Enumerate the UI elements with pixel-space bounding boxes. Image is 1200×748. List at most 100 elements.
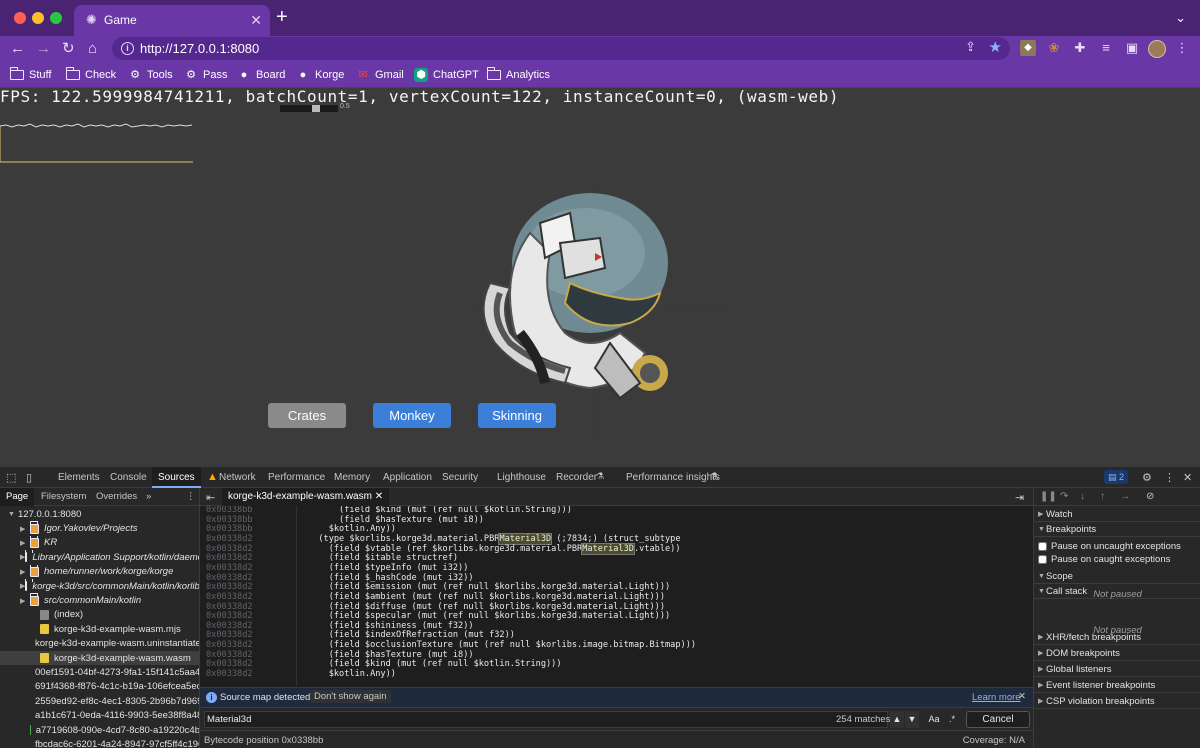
bookmark-star-icon[interactable]: ★ bbox=[989, 38, 1002, 56]
bookmark-check[interactable]: Check bbox=[65, 67, 116, 83]
tree-item[interactable]: (index) bbox=[0, 608, 199, 622]
open-file-tab[interactable]: korge-k3d-example-wasm.wasm ✕ bbox=[222, 488, 390, 506]
tree-item[interactable]: ▶ Igor.Yakovlev/Projects bbox=[0, 521, 199, 535]
tree-item[interactable]: 00ef1591-04bf-4273-9fa1-15f141c5aa4b bbox=[0, 665, 199, 679]
tab-filesystem[interactable]: Filesystem bbox=[41, 491, 86, 502]
site-info-icon[interactable]: i bbox=[121, 42, 134, 55]
cancel-search-button[interactable]: Cancel bbox=[966, 711, 1030, 728]
extensions-puzzle-icon[interactable]: ✚ bbox=[1072, 40, 1088, 56]
close-file-icon[interactable]: ✕ bbox=[375, 491, 383, 502]
tree-item[interactable]: ▶ KR bbox=[0, 535, 199, 550]
inspect-element-icon[interactable]: ⬚ bbox=[6, 471, 16, 484]
pause-uncaught-checkbox[interactable]: Pause on uncaught exceptions bbox=[1038, 540, 1181, 553]
new-tab-button[interactable]: + bbox=[276, 7, 288, 27]
step-into-icon[interactable]: ↓ bbox=[1080, 491, 1085, 502]
tab-search-chevron-icon[interactable]: ⌄ bbox=[1175, 10, 1186, 26]
section-breakpoints[interactable]: ▼ Breakpoints bbox=[1034, 522, 1200, 537]
line-address[interactable]: 0x00338d2 bbox=[206, 669, 253, 680]
tab-page[interactable]: Page bbox=[0, 488, 35, 506]
section-csp-violation-breakpoints[interactable]: ▶ CSP violation breakpoints bbox=[1034, 694, 1200, 709]
tree-item[interactable]: ▼ 127.0.0.1:8080 bbox=[0, 507, 199, 521]
tab-application[interactable]: Application bbox=[383, 467, 432, 488]
bookmark-stuff[interactable]: Stuff bbox=[9, 67, 51, 83]
tab-console[interactable]: Console bbox=[110, 467, 147, 488]
monkey-button[interactable]: Monkey bbox=[373, 403, 451, 428]
tree-item[interactable]: a1b1c671-0eda-4116-9903-5ee38f8a481 bbox=[0, 709, 199, 723]
collapsed-arrow-icon[interactable]: ▶ bbox=[20, 539, 30, 547]
bookmark-pass[interactable]: ⚙ Pass bbox=[184, 67, 227, 83]
crates-button[interactable]: Crates bbox=[268, 403, 346, 428]
browser-tab[interactable]: ✺ Game ✕ bbox=[74, 5, 270, 36]
more-tabs-icon[interactable]: » bbox=[146, 491, 151, 502]
tree-item[interactable]: ▶ src/commonMain/kotlin bbox=[0, 593, 199, 607]
learn-more-link[interactable]: Learn more bbox=[972, 692, 1021, 703]
bookmark-analytics[interactable]: Analytics bbox=[486, 67, 550, 83]
tab-memory[interactable]: Memory bbox=[334, 467, 370, 488]
tree-item[interactable]: korge-k3d-example-wasm.wasm bbox=[0, 651, 199, 666]
tab-lighthouse[interactable]: Lighthouse bbox=[497, 467, 546, 488]
section-scope[interactable]: ▼ Scope bbox=[1034, 569, 1200, 584]
checkbox[interactable] bbox=[1038, 542, 1047, 551]
game-canvas[interactable]: FPS: 122.5999984741211, batchCount=1, ve… bbox=[0, 88, 1200, 466]
bookmark-korge[interactable]: ● Korge bbox=[296, 67, 345, 83]
tree-item[interactable]: a7719608-090e-4cd7-8c80-a19220c4b bbox=[0, 723, 199, 737]
issues-badge[interactable]: ▤ 2 bbox=[1104, 470, 1129, 484]
tab-recorder[interactable]: Recorder bbox=[556, 467, 597, 488]
section-global-listeners[interactable]: ▶ Global listeners bbox=[1034, 662, 1200, 677]
tab-performance-insights[interactable]: Performance insights bbox=[626, 467, 720, 488]
step-over-icon[interactable]: ↷ bbox=[1060, 491, 1068, 502]
section-watch[interactable]: ▶ Watch bbox=[1034, 507, 1200, 522]
dont-show-again-button[interactable]: Don't show again bbox=[310, 690, 391, 703]
step-out-icon[interactable]: ↑ bbox=[1100, 491, 1105, 502]
tab-elements[interactable]: Elements bbox=[58, 467, 100, 488]
code-line[interactable]: 0x00338d2 $kotlin.Any)) bbox=[200, 669, 1033, 680]
settings-gear-icon[interactable]: ⚙ bbox=[1142, 471, 1152, 484]
match-case-button[interactable]: Aa bbox=[926, 711, 942, 728]
toggle-debugger-icon[interactable]: ⇥ bbox=[1015, 491, 1024, 504]
mini-slider[interactable]: 0.5 bbox=[280, 103, 350, 112]
bookmark-board[interactable]: ● Board bbox=[237, 67, 286, 83]
tree-item[interactable]: fbcdac6c-6201-4a24-8947-97cf5ff4c196 bbox=[0, 737, 199, 748]
profile-avatar[interactable] bbox=[1148, 40, 1166, 58]
collapsed-arrow-icon[interactable]: ▶ bbox=[20, 597, 30, 605]
step-icon[interactable]: → bbox=[1120, 491, 1130, 502]
tree-item[interactable]: korge-k3d-example-wasm.mjs bbox=[0, 622, 199, 636]
tree-item[interactable]: ▶ korge-k3d/src/commonMain/kotlin/korlibs bbox=[0, 579, 199, 593]
regex-button[interactable]: .* bbox=[945, 711, 959, 728]
next-match-button[interactable]: ▼ bbox=[905, 711, 919, 728]
devtools-menu-icon[interactable]: ⋮ bbox=[1164, 471, 1175, 484]
code-view[interactable]: 0x00338bb (field $kind (mut (ref null $k… bbox=[200, 506, 1033, 686]
collapsed-arrow-icon[interactable]: ▶ bbox=[20, 525, 30, 533]
share-icon[interactable]: ⇪ bbox=[965, 39, 976, 55]
tree-item[interactable]: korge-k3d-example-wasm.uninstantiated.mj… bbox=[0, 637, 199, 651]
previous-match-button[interactable]: ▲ bbox=[890, 711, 904, 728]
tree-item[interactable]: 2559ed92-ef8c-4ec1-8305-2b96b7d969 bbox=[0, 694, 199, 708]
bookmark-gmail[interactable]: ✉ Gmail bbox=[356, 67, 403, 83]
toggle-navigator-icon[interactable]: ⇤ bbox=[206, 491, 215, 504]
tree-item[interactable]: ▶ Library/Application Support/kotlin/daem… bbox=[0, 550, 199, 564]
side-panel-icon[interactable]: ▣ bbox=[1124, 40, 1140, 56]
maximize-window-button[interactable] bbox=[50, 12, 62, 24]
bookmark-tools[interactable]: ⚙ Tools bbox=[128, 67, 173, 83]
tree-item[interactable]: ▶ home/runner/work/korge/korge bbox=[0, 564, 199, 579]
url-text[interactable]: http://127.0.0.1:8080 bbox=[140, 41, 259, 56]
close-window-button[interactable] bbox=[14, 12, 26, 24]
media-queue-icon[interactable]: ≡ bbox=[1098, 40, 1114, 56]
deactivate-breakpoints-icon[interactable]: ⊘ bbox=[1146, 491, 1154, 502]
section-event-listener-breakpoints[interactable]: ▶ Event listener breakpoints bbox=[1034, 678, 1200, 693]
tree-item[interactable]: 691f4368-f876-4c1c-b19a-106efcea5ec0 bbox=[0, 680, 199, 694]
tab-overrides[interactable]: Overrides bbox=[96, 491, 137, 502]
section-dom-breakpoints[interactable]: ▶ DOM breakpoints bbox=[1034, 646, 1200, 661]
address-bar[interactable]: i http://127.0.0.1:8080 ⇪ ★ bbox=[112, 37, 1010, 60]
tab-performance[interactable]: Performance bbox=[268, 467, 325, 488]
forward-button[interactable]: → bbox=[36, 40, 51, 58]
extension-2-icon[interactable]: ❀ bbox=[1046, 40, 1062, 56]
mini-slider-knob[interactable] bbox=[312, 105, 320, 112]
close-infobar-icon[interactable]: ✕ bbox=[1018, 691, 1026, 702]
navigator-menu-icon[interactable]: ⋮ bbox=[186, 491, 196, 502]
pause-icon[interactable]: ❚❚ bbox=[1040, 491, 1057, 502]
back-button[interactable]: ← bbox=[10, 40, 25, 58]
bookmark-chatgpt[interactable]: ⬢ ChatGPT bbox=[414, 67, 479, 83]
tab-security[interactable]: Security bbox=[442, 467, 478, 488]
reload-button[interactable]: ↻ bbox=[62, 40, 75, 58]
